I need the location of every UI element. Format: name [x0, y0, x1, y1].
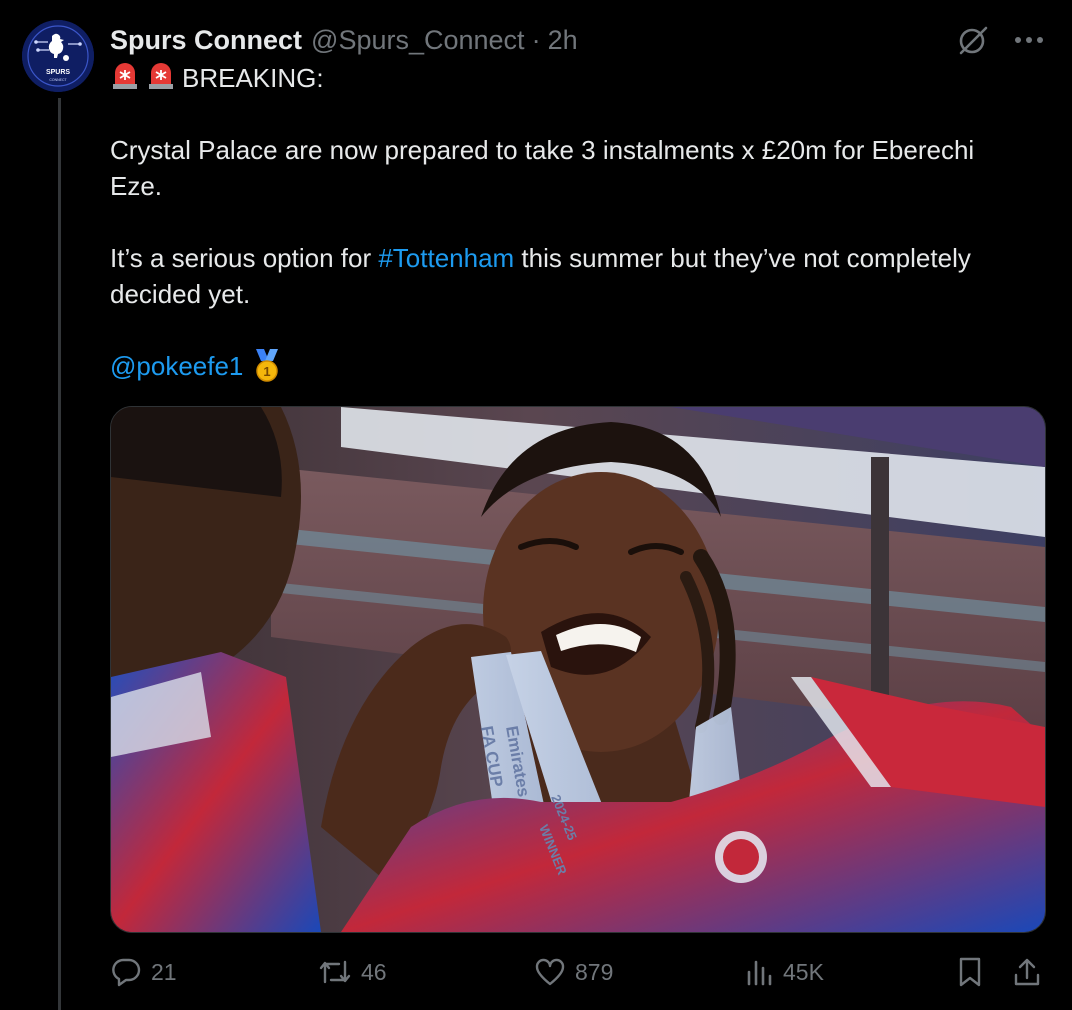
like-count: 879: [575, 958, 614, 985]
reply-icon: [112, 958, 141, 987]
medal-number: 1: [264, 364, 271, 379]
repost-icon: [319, 960, 351, 984]
siren-icon: [149, 63, 173, 89]
share-button[interactable]: [1012, 952, 1042, 992]
heart-icon: [535, 958, 565, 986]
thread-line: [58, 98, 61, 1010]
repost-count: 46: [361, 958, 387, 985]
paragraph-2-line-1: It’s a serious option for #Tottenham thi…: [110, 240, 1050, 276]
spurs-connect-logo-icon: SPURS CONNECT: [22, 20, 94, 92]
tweet-photo[interactable]: Emirates FA CUP 2024-25 WINNER: [110, 406, 1046, 933]
breaking-line: BREAKING:: [110, 60, 1050, 96]
mention-link[interactable]: @pokeefe1: [110, 351, 243, 381]
paragraph-1-line-2: Eze.: [110, 171, 163, 201]
grok-icon[interactable]: [956, 23, 990, 57]
tweet-text: BREAKING: Crystal Palace are now prepare…: [110, 60, 1050, 384]
siren-icon: [113, 63, 137, 89]
paragraph-2-pre: It’s a serious option for: [110, 243, 379, 273]
separator-dot: ·: [531, 24, 541, 55]
views-icon: [747, 960, 772, 986]
avatar-subtitle: CONNECT: [49, 78, 67, 82]
paragraph-1-line-1: Crystal Palace are now prepared to take …: [110, 135, 975, 165]
player-celebration-photo: Emirates FA CUP 2024-25 WINNER: [111, 407, 1045, 932]
views-button[interactable]: 45K: [746, 952, 824, 992]
header-actions: [956, 22, 1044, 58]
tweet-header: Spurs Connect @Spurs_Connect · 2h: [110, 22, 1044, 58]
display-name[interactable]: Spurs Connect: [110, 25, 302, 56]
repost-button[interactable]: 46: [318, 952, 387, 992]
reply-count: 21: [151, 958, 177, 985]
like-button[interactable]: 879: [534, 952, 613, 992]
more-options-icon[interactable]: [1014, 36, 1044, 44]
mention-line: @pokeefe1 1: [110, 348, 1050, 384]
hashtag-link[interactable]: #Tottenham: [378, 243, 514, 273]
bookmark-button[interactable]: [956, 952, 984, 992]
handle[interactable]: @Spurs_Connect: [311, 25, 525, 56]
timestamp[interactable]: 2h: [548, 25, 578, 56]
view-count: 45K: [783, 958, 824, 985]
avatar[interactable]: SPURS CONNECT: [22, 20, 94, 92]
share-icon: [1014, 958, 1040, 986]
gold-medal-icon: 1: [256, 349, 279, 382]
avatar-title: SPURS: [46, 69, 70, 76]
reply-button[interactable]: 21: [110, 952, 177, 992]
breaking-label: BREAKING:: [182, 63, 324, 93]
paragraph-2-line-2: decided yet.: [110, 279, 251, 309]
tweet-actions: 21 46 879 45K: [110, 952, 1044, 992]
bookmark-icon: [959, 957, 981, 987]
paragraph-2-post: this summer but they’ve not completely: [514, 243, 971, 273]
